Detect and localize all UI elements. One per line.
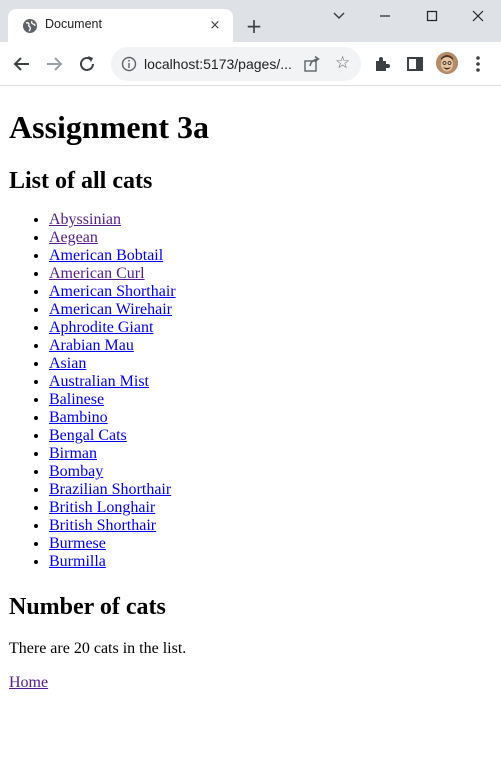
list-heading: List of all cats [9, 168, 153, 194]
tab-title: Document [45, 17, 102, 31]
minimize-icon[interactable] [370, 5, 400, 27]
cat-link[interactable]: American Bobtail [49, 247, 163, 264]
home-link[interactable]: Home [9, 674, 48, 691]
cat-link[interactable]: American Shorthair [49, 283, 176, 300]
list-item: American Shorthair [49, 283, 176, 301]
list-item: Bengal Cats [49, 427, 176, 445]
browser-toolbar: localhost:5173/pages/... ☆ [0, 42, 501, 86]
list-item: Arabian Mau [49, 337, 176, 355]
cat-count-text: There are 20 cats in the list. [9, 640, 187, 657]
cat-link[interactable]: Abyssinian [49, 211, 121, 228]
list-item: British Shorthair [49, 517, 176, 535]
new-tab-button[interactable]: + [243, 15, 265, 37]
cat-link[interactable]: Balinese [49, 391, 104, 408]
share-icon[interactable] [303, 55, 321, 73]
list-item: Balinese [49, 391, 176, 409]
list-item: Burmese [49, 535, 176, 553]
cat-link[interactable]: Burmilla [49, 553, 106, 570]
cat-link[interactable]: Aphrodite Giant [49, 319, 153, 336]
list-item: Burmilla [49, 553, 176, 571]
url-text[interactable]: localhost:5173/pages/... [144, 56, 292, 72]
list-item: Asian [49, 355, 176, 373]
list-item: British Longhair [49, 499, 176, 517]
page-title: Assignment 3a [9, 109, 210, 145]
list-item: American Curl [49, 265, 176, 283]
cat-link[interactable]: American Wirehair [49, 301, 172, 318]
cat-link[interactable]: American Curl [49, 265, 145, 282]
cat-link[interactable]: Burmese [49, 535, 106, 552]
tab-strip: Document × + [0, 0, 501, 42]
maximize-icon[interactable] [417, 5, 447, 27]
list-item: Abyssinian [49, 211, 176, 229]
cat-link[interactable]: British Shorthair [49, 517, 156, 534]
extensions-icon[interactable] [370, 52, 394, 76]
forward-arrow-icon[interactable] [42, 52, 66, 76]
site-info-icon[interactable] [121, 56, 137, 72]
list-item: American Wirehair [49, 301, 176, 319]
browser-window: Document × + localhost:5173/pages/... ☆ … [0, 0, 501, 757]
tab-close-icon[interactable]: × [207, 18, 223, 34]
list-item: Bombay [49, 463, 176, 481]
page-content: Assignment 3a List of all cats Abyssinia… [0, 86, 501, 757]
list-item: Australian Mist [49, 373, 176, 391]
side-panel-icon[interactable] [403, 52, 427, 76]
list-item: American Bobtail [49, 247, 176, 265]
cat-link[interactable]: Brazilian Shorthair [49, 481, 171, 498]
list-item: Brazilian Shorthair [49, 481, 176, 499]
list-item: Aegean [49, 229, 176, 247]
cat-link[interactable]: Arabian Mau [49, 337, 134, 354]
reload-icon[interactable] [75, 52, 99, 76]
cat-link[interactable]: Asian [49, 355, 86, 372]
more-menu-icon[interactable] [466, 52, 490, 76]
profile-avatar[interactable] [436, 52, 458, 74]
cat-link[interactable]: Bengal Cats [49, 427, 127, 444]
list-item: Aphrodite Giant [49, 319, 176, 337]
list-item: Birman [49, 445, 176, 463]
close-window-icon[interactable] [463, 5, 493, 27]
cat-list: AbyssinianAegeanAmerican BobtailAmerican… [0, 211, 176, 571]
address-bar[interactable]: localhost:5173/pages/... ☆ [111, 47, 361, 81]
cat-link[interactable]: Bambino [49, 409, 108, 426]
tab-search-icon[interactable] [324, 5, 354, 27]
cat-link[interactable]: Birman [49, 445, 97, 462]
cat-link[interactable]: Australian Mist [49, 373, 149, 390]
cat-link[interactable]: British Longhair [49, 499, 155, 516]
tab-document[interactable]: Document × [8, 9, 233, 42]
count-heading: Number of cats [9, 594, 166, 620]
cat-link[interactable]: Bombay [49, 463, 103, 480]
cat-link[interactable]: Aegean [49, 229, 98, 246]
back-arrow-icon[interactable] [10, 52, 34, 76]
bookmark-star-icon[interactable]: ☆ [335, 53, 350, 73]
list-item: Bambino [49, 409, 176, 427]
globe-icon [23, 19, 37, 33]
